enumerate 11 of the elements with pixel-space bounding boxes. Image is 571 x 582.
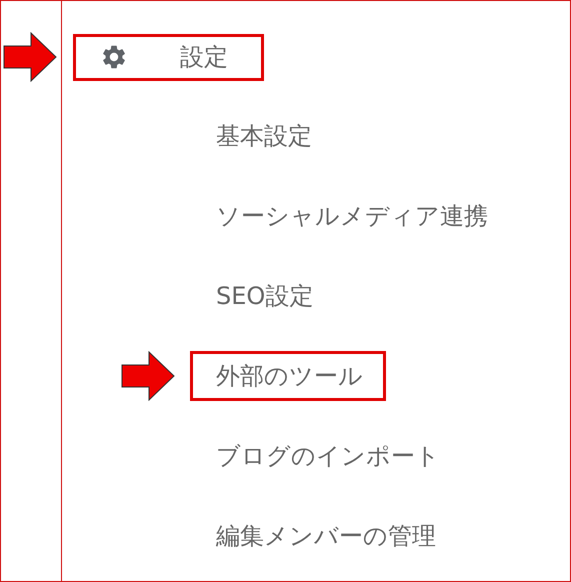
menu-item[interactable]: 外部のツール <box>190 351 386 401</box>
menu-item[interactable]: 基本設定 <box>190 111 335 161</box>
menu-item[interactable]: 編集メンバーの管理 <box>190 511 459 561</box>
settings-header[interactable]: 設定 <box>73 34 264 80</box>
menu-item[interactable]: ブログのインポート <box>190 431 463 481</box>
arrow-icon <box>121 351 175 401</box>
settings-title: 設定 <box>180 45 228 69</box>
menu-item[interactable]: ソーシャルメディア連携 <box>190 191 511 241</box>
menu-item[interactable]: SEO設定 <box>190 271 336 321</box>
arrow-icon <box>3 32 57 82</box>
settings-icon <box>100 43 128 71</box>
